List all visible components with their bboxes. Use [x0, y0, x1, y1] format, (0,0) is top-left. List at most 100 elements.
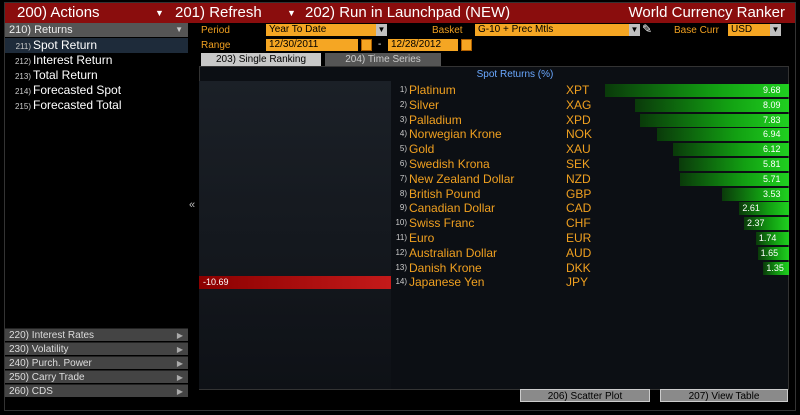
refresh-button[interactable]: 201) Refresh: [175, 3, 262, 23]
currency-code: NZD: [566, 171, 591, 186]
bar-value-label: 9.68: [763, 85, 781, 95]
item-number: 214): [14, 87, 31, 96]
currency-code: AUD: [566, 245, 592, 260]
rank-number: 9): [399, 203, 407, 213]
basket-dropdown-icon[interactable]: ▼: [629, 24, 640, 36]
rank-number: 2): [399, 99, 407, 109]
range-separator: -: [378, 39, 382, 50]
dropdown-arrow-icon: ▼: [287, 8, 296, 18]
rank-number: 4): [399, 129, 407, 139]
app-window: 200) Actions ▼ 201) Refresh ▼ 202) Run i…: [4, 2, 796, 411]
currency-name: Palladium: [409, 112, 462, 127]
currency-name: British Pound: [409, 186, 481, 201]
edit-pencil-icon[interactable]: ✎: [642, 22, 652, 36]
expand-triangle-icon: ▶: [176, 387, 183, 396]
chart-title: Spot Returns (%): [476, 69, 554, 80]
calendar-icon[interactable]: [461, 39, 472, 51]
currency-code: GBP: [566, 186, 592, 201]
section-label: 230) Volatility: [9, 344, 69, 355]
currency-code: CAD: [566, 201, 592, 216]
period-select[interactable]: Year To Date: [266, 24, 376, 36]
sidebar-item-spot-return[interactable]: 211) Spot Return: [5, 38, 188, 53]
bar-value-label: -10.69: [203, 277, 229, 288]
rank-number: 12): [395, 247, 407, 257]
item-label: Forecasted Spot: [33, 83, 122, 97]
rank-number: 8): [399, 188, 407, 198]
bar-value-label: 1.65: [760, 247, 779, 258]
bar-value-label: 6.12: [763, 144, 781, 155]
basket-label: Basket: [432, 25, 463, 36]
sidebar-header-label: 210) Returns: [9, 24, 73, 36]
period-dropdown-icon[interactable]: ▼: [376, 24, 387, 36]
range-start-input[interactable]: 12/30/2011: [266, 39, 358, 51]
view-table-button[interactable]: 207) View Table: [660, 389, 788, 402]
currency-code: XPT: [566, 83, 590, 97]
currency-name: Euro: [409, 231, 435, 245]
sidebar-item-interest-return[interactable]: 212) Interest Return: [5, 53, 188, 68]
actions-menu[interactable]: 200) Actions: [17, 3, 100, 23]
currency-name: Platinum: [409, 83, 456, 97]
rank-number: 6): [399, 159, 407, 168]
currency-name: Japanese Yen: [409, 275, 485, 290]
currency-name: Danish Krone: [409, 260, 482, 275]
sidebar: 210) Returns ▼ 211) Spot Return 212) Inter…: [5, 23, 188, 408]
currency-name: New Zealand Dollar: [409, 171, 515, 186]
expand-triangle-icon: ▶: [176, 359, 183, 368]
expand-triangle-icon: ▶: [176, 331, 183, 340]
expand-triangle-icon: ▶: [176, 373, 183, 382]
scatter-plot-button[interactable]: 206) Scatter Plot: [520, 389, 650, 402]
sidebar-item-forecasted-spot[interactable]: 214) Forecasted Spot: [5, 83, 188, 98]
bar-value-label: 6.94: [763, 129, 781, 140]
sidebar-section-purch-power[interactable]: 240) Purch. Power ▶: [5, 356, 188, 369]
rank-number: 7): [399, 173, 407, 183]
section-label: 260) CDS: [9, 386, 53, 397]
sidebar-section-carry-trade[interactable]: 250) Carry Trade ▶: [5, 370, 188, 383]
sidebar-item-forecasted-total[interactable]: 215) Forecasted Total: [5, 98, 188, 113]
expand-triangle-icon: ▶: [176, 345, 183, 354]
launchpad-button[interactable]: 202) Run in Launchpad (NEW): [305, 3, 510, 23]
sidebar-item-total-return[interactable]: 213) Total Return: [5, 68, 188, 83]
sidebar-header-returns[interactable]: 210) Returns ▼: [5, 23, 188, 37]
range-label: Range: [201, 40, 231, 51]
item-label: Interest Return: [33, 53, 113, 67]
currency-name: Canadian Dollar: [409, 201, 496, 216]
basket-select[interactable]: G-10 + Prec Mtls: [475, 24, 629, 36]
collapse-triangle-icon: ▼: [175, 25, 183, 34]
sidebar-section-cds[interactable]: 260) CDS ▶: [5, 384, 188, 397]
section-label: 240) Purch. Power: [9, 358, 92, 369]
currency-code: NOK: [566, 127, 593, 142]
rank-number: 13): [395, 262, 407, 272]
collapse-sidebar-icon[interactable]: «: [189, 199, 195, 211]
range-end-input[interactable]: 12/28/2012: [388, 39, 458, 51]
currency-name: Swiss Franc: [409, 216, 475, 231]
item-number: 213): [14, 72, 31, 81]
rank-number: 14): [395, 277, 407, 287]
currency-name: Silver: [409, 97, 440, 112]
rank-number: 11): [396, 233, 407, 242]
tab-time-series[interactable]: 204) Time Series: [325, 53, 441, 66]
sidebar-section-volatility[interactable]: 230) Volatility ▶: [5, 342, 188, 355]
rank-number: 3): [399, 114, 407, 124]
rank-number: 10): [395, 218, 407, 228]
item-label: Spot Return: [33, 38, 98, 52]
return-bar: [605, 84, 789, 97]
title-bar: 200) Actions ▼ 201) Refresh ▼ 202) Run i…: [5, 3, 795, 23]
base-currency-dropdown-icon[interactable]: ▼: [770, 24, 781, 36]
bar-value-label: 7.83: [763, 114, 781, 125]
calendar-icon[interactable]: [361, 39, 372, 51]
bar-value-label: 5.81: [763, 159, 781, 169]
item-label: Forecasted Total: [33, 98, 122, 112]
currency-code: SEK: [566, 157, 591, 171]
app-title: World Currency Ranker: [628, 4, 785, 21]
currency-name: Gold: [409, 142, 435, 157]
bar-value-label: 1.35: [766, 262, 784, 273]
negative-area: [199, 81, 391, 389]
currency-code: XPD: [566, 112, 591, 127]
item-label: Total Return: [33, 68, 98, 82]
sidebar-section-interest-rates[interactable]: 220) Interest Rates ▶: [5, 328, 188, 341]
base-currency-select[interactable]: USD: [728, 24, 770, 36]
period-label: Period: [201, 25, 230, 36]
tab-single-ranking[interactable]: 203) Single Ranking: [201, 53, 321, 66]
currency-code: EUR: [566, 231, 592, 245]
rank-number: 5): [399, 144, 407, 154]
